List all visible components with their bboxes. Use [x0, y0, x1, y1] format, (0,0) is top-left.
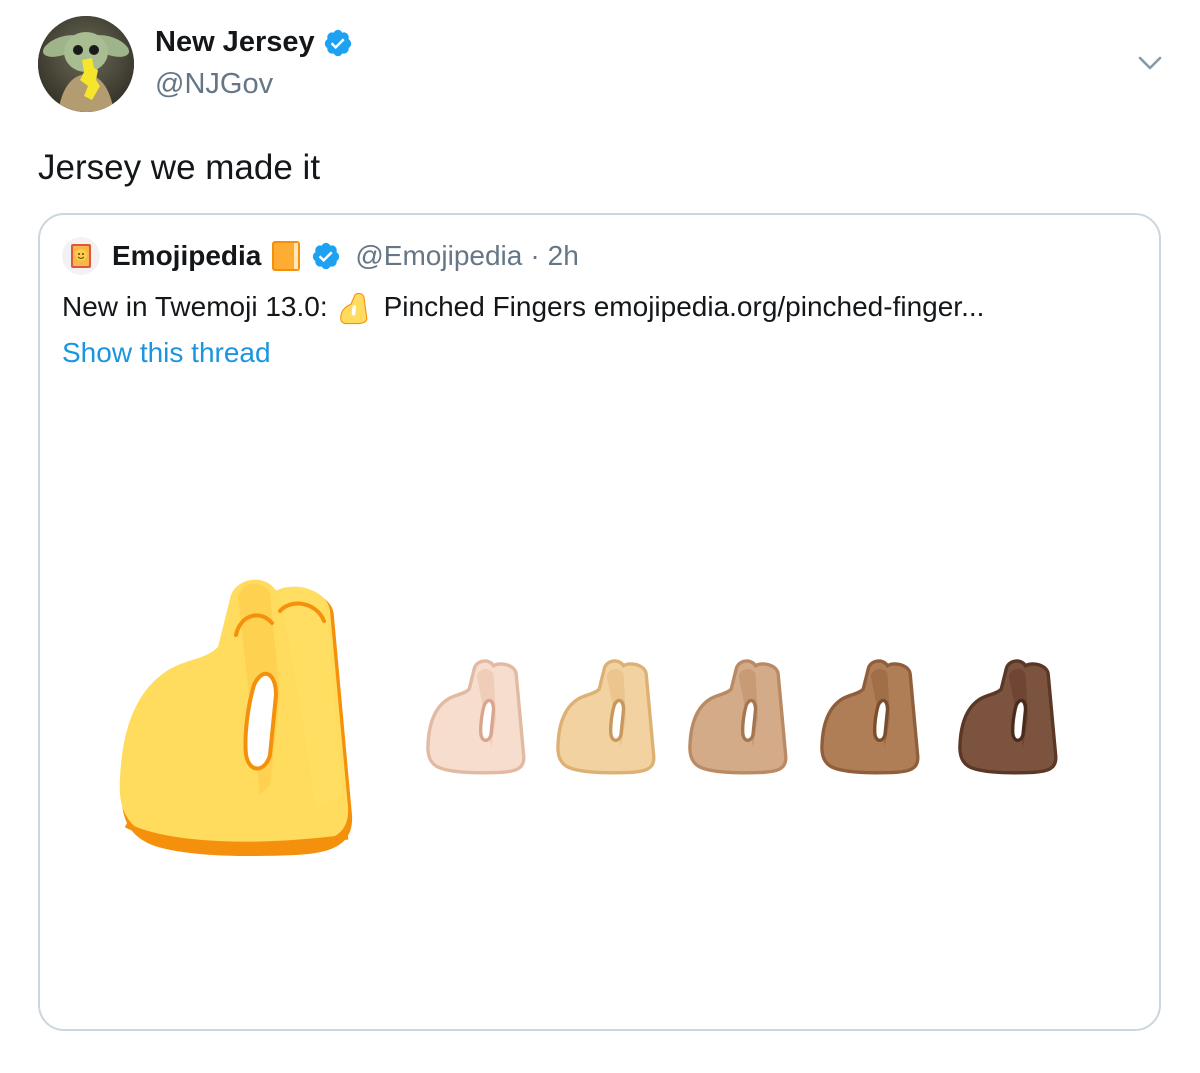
quoted-header: Emojipedia @Emojipedia · 2h: [62, 237, 579, 275]
pinched-fingers-medium-light: [556, 659, 656, 775]
quoted-text-before: New in Twemoji 13.0:: [62, 291, 328, 322]
pinched-fingers-emoji: [338, 289, 374, 325]
quoted-text-after: Pinched Fingers emojipedia.org/pinched-f…: [383, 291, 985, 322]
pinched-fingers-medium-dark: [820, 659, 920, 775]
quoted-media-image[interactable]: [40, 385, 1159, 1029]
author-handle[interactable]: @NJGov: [155, 68, 273, 101]
chevron-down-icon[interactable]: [1134, 50, 1166, 78]
quoted-tweet[interactable]: Emojipedia @Emojipedia · 2h New in Twemo…: [38, 213, 1161, 1031]
pinched-fingers-dark: [958, 659, 1058, 775]
author-name-row: New Jersey: [155, 26, 353, 59]
author-display-name[interactable]: New Jersey: [155, 26, 315, 59]
quoted-avatar[interactable]: [62, 237, 100, 275]
pinched-fingers-medium: [688, 659, 788, 775]
tweet: New Jersey @NJGov Jersey we made it Emoj…: [0, 0, 1200, 1073]
verified-badge-icon: [323, 28, 353, 58]
tweet-text: Jersey we made it: [38, 148, 321, 187]
quoted-display-name[interactable]: Emojipedia: [112, 240, 261, 272]
separator-dot: ·: [530, 240, 540, 271]
pinched-fingers-light: [426, 659, 526, 775]
verified-badge-icon: [311, 241, 341, 271]
user-avatar[interactable]: [38, 16, 134, 112]
quoted-timestamp[interactable]: 2h: [548, 240, 579, 272]
quoted-text: New in Twemoji 13.0: Pinched Fingers emo…: [62, 289, 984, 325]
orange-book-icon: [269, 239, 303, 273]
quoted-handle[interactable]: @Emojipedia: [355, 240, 522, 272]
pinched-fingers-default: [119, 579, 353, 857]
show-thread-link[interactable]: Show this thread: [62, 337, 271, 369]
